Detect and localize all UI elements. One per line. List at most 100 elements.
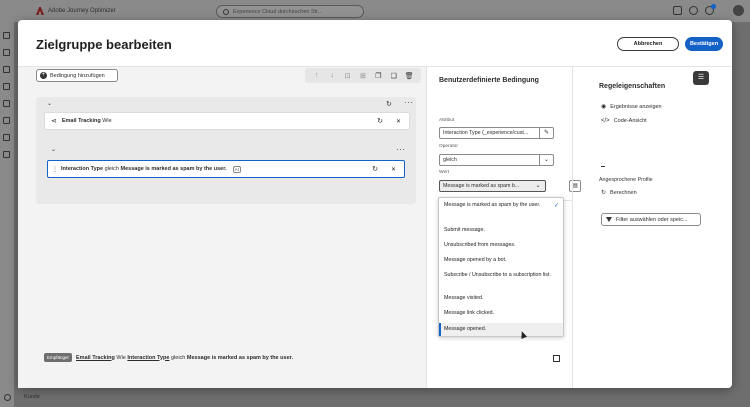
filter-icon	[606, 217, 612, 222]
dropdown-option[interactable]: Unsubscribed from messages.	[439, 242, 563, 250]
nav-icon[interactable]	[3, 117, 10, 124]
dropdown-option[interactable]: Message opened.	[439, 323, 563, 336]
nav-icon[interactable]	[3, 49, 10, 56]
option-label: Message visited.	[444, 295, 484, 301]
help-icon[interactable]	[689, 6, 698, 15]
rule-properties-title: Regeleigenschaften	[599, 83, 666, 90]
condition-group-outer: ⌄ ↻ ··· ⋖ Email Tracking Wie ↻ ✕ ⌄ ··· ⋮…	[36, 97, 416, 204]
move-up-icon[interactable]: ↑	[312, 72, 322, 79]
rule-builder-canvas: + Bedingung hinzufügen ↑ ↓ ⊡ ⊞ ❐ ❏ 🗑 ⌄ ↻…	[18, 67, 426, 388]
more-options-icon[interactable]: ···	[396, 145, 406, 154]
share-icon: ⋖	[51, 118, 57, 125]
value-dropdown-menu: Message is marked as spam by the user. ✓…	[438, 197, 564, 337]
nav-icon[interactable]	[3, 66, 10, 73]
move-down-icon[interactable]: ↓	[327, 72, 337, 79]
copy-icon[interactable]: ❐	[373, 72, 383, 80]
app-name: Adobe Journey Optimizer	[48, 8, 116, 14]
calculate-label: Berechnen	[610, 189, 637, 196]
close-icon[interactable]: ✕	[396, 118, 401, 125]
card1-field: Email Tracking	[61, 118, 101, 124]
refresh-icon[interactable]: ↻	[377, 117, 383, 125]
value-selected: Message is marked as spam b...	[443, 183, 520, 189]
attribute-field[interactable]: Interaction Type (_experience/cust... ✎	[439, 127, 554, 139]
option-label: Message link clicked.	[444, 310, 495, 316]
calculate-link[interactable]: ↻ Berechnen	[601, 189, 637, 197]
confirm-button[interactable]: Bestätigen	[685, 37, 723, 51]
refresh-icon[interactable]: ↻	[386, 100, 392, 108]
global-search-input[interactable]: Experience Cloud durchsuchen Str...	[216, 5, 364, 18]
panel-title: Benutzerdefinierte Bedingung	[439, 77, 539, 84]
dropdown-option[interactable]: Submit message.	[439, 227, 563, 235]
notification-badge	[711, 4, 716, 9]
settings-icon[interactable]: ☰	[693, 71, 709, 85]
audience-summary: Empfänger Email Tracking Wie Interaction…	[44, 348, 419, 367]
edit-audience-dialog: Zielgruppe bearbeiten Abbrechen Bestätig…	[18, 20, 732, 388]
search-placeholder: Experience Cloud durchsuchen Str...	[233, 8, 323, 15]
ungroup-icon[interactable]: ⊞	[358, 72, 368, 80]
chevron-down-icon: ⌄	[535, 183, 541, 189]
option-label: Submit message.	[444, 227, 485, 233]
summary-link-interaction-type[interactable]: Interaction Type	[127, 355, 169, 361]
filter-select[interactable]: Filter auswählen oder speic...	[601, 213, 701, 226]
condition-card-interaction-type[interactable]: ⋮ Interaction Type gleich Message is mar…	[47, 160, 405, 178]
dropdown-option[interactable]: Message is marked as spam by the user. ✓	[439, 202, 563, 210]
card2-operator: gleich	[104, 166, 119, 172]
summary-value: Message is marked as spam by the user.	[186, 354, 293, 361]
dropdown-option[interactable]: Message link clicked.	[439, 310, 563, 318]
card2-field: Interaction Type	[61, 166, 104, 172]
refresh-icon: ↻	[601, 190, 607, 196]
condition-card-email-tracking[interactable]: ⋖ Email Tracking Wie ↻ ✕	[44, 112, 410, 130]
card2-value: Message is marked as spam by the user.	[120, 166, 227, 172]
dialog-title: Zielgruppe bearbeiten	[36, 37, 172, 52]
operator-label: Operator	[439, 144, 458, 149]
paste-icon[interactable]: ❏	[389, 72, 399, 80]
more-options-icon[interactable]: ···	[404, 98, 414, 107]
dropdown-option[interactable]: Message visited.	[439, 295, 563, 303]
nav-icon[interactable]	[3, 134, 10, 141]
add-condition-button[interactable]: + Bedingung hinzufügen	[36, 69, 118, 82]
condition-group-inner: ⌄ ··· ⋮ Interaction Type gleich Message …	[44, 145, 410, 198]
close-icon[interactable]: ✕	[391, 166, 396, 173]
top-bar: Adobe Journey Optimizer Experience Cloud…	[0, 0, 750, 22]
card1-suffix: Wie	[102, 118, 112, 124]
code-view-link[interactable]: </> Code-Ansicht	[601, 118, 647, 124]
edit-icon[interactable]: ✎	[539, 128, 553, 138]
attribute-value: Interaction Type (_experience/cust...	[443, 130, 529, 136]
nav-icon[interactable]	[3, 83, 10, 90]
refresh-icon[interactable]: ↻	[372, 165, 378, 173]
value-select[interactable]: Message is marked as spam b... ⌄	[439, 180, 546, 192]
feedback-icon[interactable]	[673, 6, 682, 15]
filter-label: Filter auswählen oder speic...	[616, 216, 688, 223]
dropdown-option[interactable]: Subscribe / Unsubscribe to a subscriptio…	[439, 272, 563, 280]
nav-icon[interactable]	[3, 100, 10, 107]
delete-icon[interactable]: 🗑	[404, 72, 414, 80]
adobe-logo-icon	[36, 7, 44, 15]
left-rail	[0, 22, 14, 407]
top-bar-icons	[673, 4, 744, 16]
operator-value: gleich	[443, 157, 457, 163]
group-icon[interactable]: ⊡	[343, 72, 353, 80]
eye-icon: ◉	[601, 104, 607, 110]
option-label: Subscribe / Unsubscribe to a subscriptio…	[444, 272, 551, 278]
chevron-down-icon[interactable]: ⌄	[51, 146, 56, 153]
nav-icon[interactable]	[3, 151, 10, 158]
summary-link-email-tracking[interactable]: Email Tracking	[76, 355, 115, 361]
attribute-label: Attribut	[439, 118, 455, 123]
show-results-link[interactable]: ◉ Ergebnisse anzeigen	[601, 103, 662, 111]
avatar[interactable]	[733, 5, 744, 16]
dropdown-option[interactable]: Message opened by a bot.	[439, 257, 563, 265]
option-label: Message opened.	[444, 326, 487, 332]
summary-word: Wie	[116, 354, 126, 361]
option-label: Message is marked as spam by the user.	[444, 202, 541, 208]
chevron-down-icon: ⌄	[539, 155, 553, 165]
option-label: Unsubscribed from messages.	[444, 242, 516, 248]
operator-select[interactable]: gleich ⌄	[439, 154, 554, 166]
estimated-profiles-label: Angesprochene Profile	[599, 177, 653, 183]
recipient-badge: Empfänger	[44, 353, 73, 362]
chevron-down-icon[interactable]: ⌄	[47, 100, 52, 107]
profiles-count	[601, 166, 605, 167]
drag-handle-icon[interactable]: ⋮	[52, 166, 58, 173]
cancel-button[interactable]: Abbrechen	[617, 37, 679, 51]
home-icon[interactable]	[3, 32, 10, 39]
value-label: Wert	[439, 170, 450, 175]
